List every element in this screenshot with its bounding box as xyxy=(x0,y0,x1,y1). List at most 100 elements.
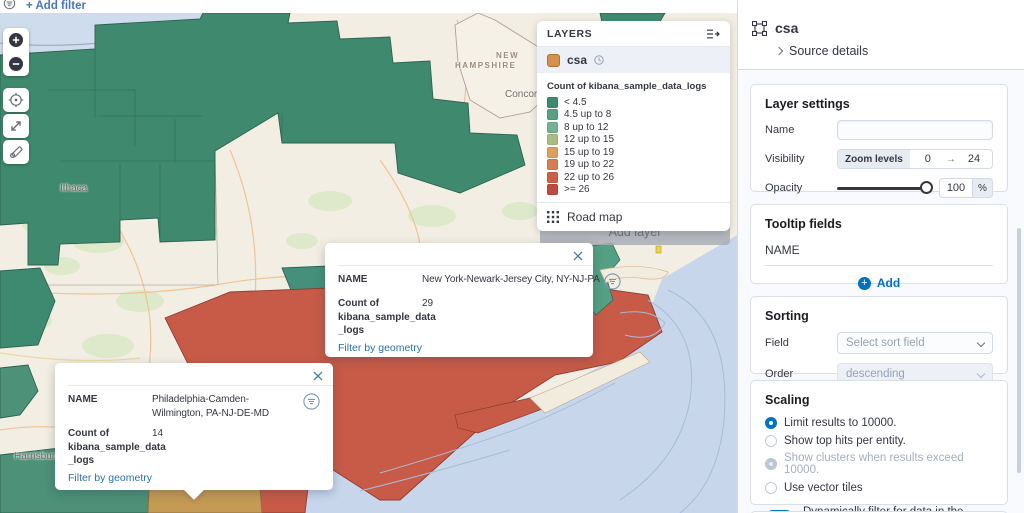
zoom-min-value[interactable]: 0 xyxy=(910,153,946,165)
zoom-max-value[interactable]: 24 xyxy=(956,153,992,165)
feature-tooltip-philadelphia: NAME Philadelphia-Camden-Wilmington, PA-… xyxy=(55,363,333,490)
filter-by-geometry-link[interactable]: Filter by geometry xyxy=(68,472,152,484)
opacity-value-input[interactable]: 100 xyxy=(939,178,973,198)
close-icon[interactable] xyxy=(572,250,584,262)
layer-settings-panel: Layer settings Name Visibility Zoom leve… xyxy=(750,84,1008,192)
chevron-down-icon xyxy=(977,339,985,347)
tooltip-field-label: NAME xyxy=(338,273,422,290)
tooltip-field-value: 29 xyxy=(422,297,580,338)
tooltip-field-label: Count of kibana_sample_data _logs xyxy=(68,427,152,468)
layers-panel: LAYERS csa Count of kibana_sample_data_l… xyxy=(537,21,730,231)
filter-on-value-icon[interactable] xyxy=(604,273,621,290)
scaling-option-limit[interactable]: Limit results to 10000. xyxy=(765,417,993,429)
radio-unselected-icon xyxy=(765,482,777,494)
legend-swatch xyxy=(547,97,558,108)
opacity-slider[interactable] xyxy=(837,181,931,195)
tooltip-field-value: New York-Newark-Jersey City, NY-NJ-PA xyxy=(422,273,600,290)
panel-title: Tooltip fields xyxy=(765,217,993,231)
clock-icon xyxy=(594,55,604,65)
legend-swatch xyxy=(547,109,558,120)
sidebar-scrollbar[interactable] xyxy=(1017,228,1021,473)
collapse-toc-icon[interactable] xyxy=(706,28,720,40)
radio-disabled-icon xyxy=(765,458,777,470)
tooltip-field-value: 14 xyxy=(152,427,320,468)
feature-tooltip-newyork: NAME New York-Newark-Jersey City, NY-NJ-… xyxy=(325,243,593,357)
opacity-unit: % xyxy=(973,178,993,198)
source-details-toggle[interactable]: Source details xyxy=(738,36,1024,58)
city-label-ithaca: Ithaca xyxy=(60,183,87,194)
chevron-down-icon xyxy=(977,370,985,378)
tooltip-name-row: NAME New York-Newark-Jersey City, NY-NJ-… xyxy=(338,266,580,290)
panel-title: Sorting xyxy=(765,309,993,323)
tooltip-fields-panel: Tooltip fields NAME + Add xyxy=(750,204,1008,284)
legend-swatch xyxy=(547,122,558,133)
expand-diagonal-icon xyxy=(8,118,24,134)
name-label: Name xyxy=(765,124,837,136)
tooltip-field-label: NAME xyxy=(68,393,152,420)
opacity-slider-knob[interactable] xyxy=(920,181,933,194)
panel-title: Scaling xyxy=(765,393,993,407)
add-tooltip-field-button[interactable]: + Add xyxy=(765,276,993,290)
legend-row: 8 up to 12 xyxy=(547,121,720,134)
panel-title: Layer settings xyxy=(765,97,993,111)
chevron-right-icon xyxy=(775,47,783,55)
legend-title: Count of kibana_sample_data_logs xyxy=(547,81,720,92)
layers-panel-title: LAYERS xyxy=(547,28,592,40)
tools-control xyxy=(3,140,29,164)
zoom-out-button[interactable] xyxy=(3,52,29,76)
source-details-label: Source details xyxy=(789,44,868,58)
legend-row: 15 up to 19 xyxy=(547,146,720,159)
scaling-option-vector-tiles[interactable]: Use vector tiles xyxy=(765,482,993,494)
state-label-new: NEW xyxy=(496,51,519,60)
filter-icon[interactable] xyxy=(3,0,16,10)
base-layer-entry[interactable]: Road map xyxy=(537,202,730,231)
sort-field-select[interactable]: Select sort field xyxy=(837,332,993,354)
opacity-label: Opacity xyxy=(765,182,837,194)
zoom-controls xyxy=(3,28,29,76)
vector-layer-icon xyxy=(752,21,767,36)
legend-row: < 4.5 xyxy=(547,96,720,109)
add-filter-button[interactable]: + Add filter xyxy=(26,0,86,12)
scaling-option-top-hits[interactable]: Show top hits per entity. xyxy=(765,435,993,447)
layer-settings-flyout: csa Source details Layer settings Name V… xyxy=(737,0,1024,513)
tooltip-field-value: Philadelphia-Camden-Wilmington, PA-NJ-DE… xyxy=(152,393,299,420)
legend-row: 22 up to 26 xyxy=(547,171,720,184)
state-label-hampshire: HAMPSHIRE xyxy=(455,61,517,70)
layer-legend: Count of kibana_sample_data_logs < 4.5 4… xyxy=(537,73,730,202)
tooltip-count-row: Count of kibana_sample_data _logs 29 xyxy=(338,290,580,338)
legend-row: 12 up to 15 xyxy=(547,134,720,147)
crosshair-button[interactable] xyxy=(3,88,29,112)
zoom-out-icon xyxy=(8,56,24,72)
map-region: Ithaca Harrisburg Concord NEW HAMPSHIRE xyxy=(0,13,737,513)
layer-color-swatch xyxy=(547,54,560,67)
zoom-levels-range[interactable]: Zoom levels 0 → 24 xyxy=(837,149,993,169)
legend-row: 19 up to 22 xyxy=(547,159,720,172)
layer-name-input[interactable] xyxy=(837,120,993,140)
tooltip-count-row: Count of kibana_sample_data _logs 14 xyxy=(68,420,320,468)
tooltip-field-item[interactable]: NAME xyxy=(765,243,993,266)
scaling-panel: Scaling Limit results to 10000. Show top… xyxy=(750,380,1008,505)
scaling-option-clusters: Show clusters when results exceed 10000. xyxy=(765,452,993,476)
tooltip-field-label: Count of kibana_sample_data _logs xyxy=(338,297,422,338)
radio-unselected-icon xyxy=(765,435,777,447)
zoom-in-icon xyxy=(8,32,24,48)
legend-swatch xyxy=(547,147,558,158)
tools-button[interactable] xyxy=(3,140,29,164)
grid-icon xyxy=(547,211,559,223)
tooltip-name-row: NAME Philadelphia-Camden-Wilmington, PA-… xyxy=(68,386,320,420)
arrow-right-icon: → xyxy=(946,154,956,165)
zoom-in-button[interactable] xyxy=(3,28,29,52)
draw-tools-icon xyxy=(8,144,24,160)
flyout-title: csa xyxy=(775,20,798,36)
kibana-maps-app: + Add filter xyxy=(0,0,1024,513)
layer-toc-entry-csa[interactable]: csa xyxy=(537,47,730,73)
sort-field-label: Field xyxy=(765,337,837,349)
filter-by-geometry-link[interactable]: Filter by geometry xyxy=(338,342,422,354)
close-icon[interactable] xyxy=(312,370,324,382)
plus-circle-icon: + xyxy=(858,277,871,290)
expand-button[interactable] xyxy=(3,114,29,138)
filter-on-value-icon[interactable] xyxy=(303,393,320,410)
legend-swatch xyxy=(547,172,558,183)
legend-swatch xyxy=(547,184,558,195)
zoom-levels-button[interactable]: Zoom levels xyxy=(838,150,910,168)
